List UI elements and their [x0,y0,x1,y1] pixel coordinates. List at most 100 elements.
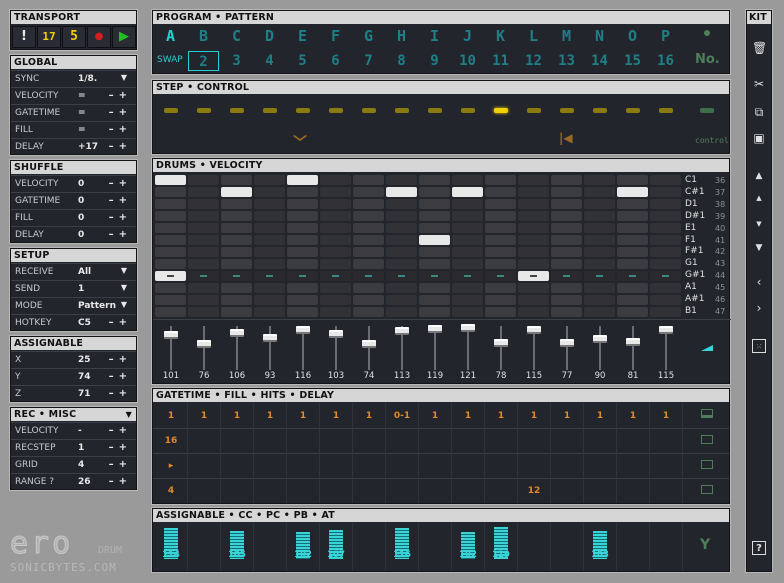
move-down-icon[interactable]: ▼ [752,241,766,255]
step-led[interactable] [659,108,673,113]
minus-plus-buttons[interactable]: –+ [109,107,132,118]
program-button[interactable]: H [386,27,417,45]
program-button[interactable]: B [188,27,219,45]
pattern-button[interactable]: 4 [254,51,285,71]
step-led[interactable] [593,108,607,113]
velocity-fader-knob[interactable] [362,340,376,349]
dropdown-arrow-icon[interactable]: ▼ [126,408,132,421]
minus-plus-buttons[interactable]: –+ [109,476,132,487]
velocity-fader-track[interactable] [632,326,634,370]
chevron-down-icon[interactable] [292,131,308,141]
dropdown-arrow-icon[interactable]: ▼ [121,300,132,309]
trash-icon[interactable]: 🗑 [752,41,767,55]
sync-row[interactable]: SYNC 1/8. ▼ [11,70,136,87]
step-led[interactable] [197,108,211,113]
program-button[interactable]: L [518,27,549,45]
gate-row-cell[interactable]: 1 [584,411,616,421]
tempo-button[interactable]: 17 [37,26,61,48]
minus-plus-buttons[interactable]: –+ [109,124,132,135]
minus-plus-buttons[interactable]: –+ [109,459,132,470]
velocity-fader-knob[interactable] [659,326,673,335]
step-led[interactable] [263,108,277,113]
pattern-button[interactable]: 10 [452,51,483,71]
skip-back-icon[interactable]: |◀ [559,131,573,145]
gate-row-cell[interactable]: 1 [518,411,550,421]
program-button[interactable]: M [551,27,582,45]
minus-plus-buttons[interactable]: –+ [109,178,132,189]
step-led[interactable] [230,108,244,113]
panic-button[interactable]: ! [12,26,36,48]
velocity-fader-knob[interactable] [626,337,640,346]
step-led[interactable] [395,108,409,113]
pattern-button[interactable]: 14 [584,51,615,71]
step-led[interactable] [164,108,178,113]
program-button[interactable]: P [650,27,681,45]
minus-plus-buttons[interactable]: –+ [109,229,132,240]
record-button[interactable]: ● [87,26,111,48]
velocity-fader-track[interactable] [269,326,271,370]
chevron-left-icon[interactable]: ‹ [752,275,766,289]
gate-row-cell[interactable]: 1 [551,411,583,421]
rec-misc-title[interactable]: REC • MISC ▼ [11,408,136,421]
help-button[interactable]: ? [752,541,766,555]
gate-row-cell[interactable]: 1 [254,411,286,421]
velocity-fader-track[interactable] [599,326,601,370]
pattern-button[interactable]: 2 [188,51,219,71]
move-up-icon[interactable]: ▲ [752,169,766,183]
chevron-right-icon[interactable]: › [752,301,766,315]
program-button[interactable]: C [221,27,252,45]
step-up-icon[interactable]: ▲ [752,191,766,205]
dropdown-arrow-icon[interactable]: ▼ [121,73,132,82]
velocity-fader-track[interactable] [467,326,469,370]
velocity-fader-knob[interactable] [329,330,343,339]
pattern-button[interactable]: 15 [617,51,648,71]
step-led[interactable] [461,108,475,113]
dropdown-arrow-icon[interactable]: ▼ [121,283,132,292]
velocity-fader-knob[interactable] [494,338,508,347]
gate-row-cell[interactable]: 1 [452,411,484,421]
pattern-button[interactable]: 12 [518,51,549,71]
pattern-button[interactable]: 16 [650,51,681,71]
gate-row-cell[interactable]: 1 [155,411,187,421]
program-button[interactable]: O [617,27,648,45]
pattern-button[interactable]: 11 [485,51,516,71]
velocity-fader-track[interactable] [203,326,205,370]
step-led[interactable] [428,108,442,113]
pattern-button[interactable]: 7 [353,51,384,71]
minus-plus-buttons[interactable]: –+ [109,90,132,101]
program-button[interactable]: J [452,27,483,45]
number-button[interactable]: No. [695,52,720,67]
hits-icon[interactable] [701,460,713,469]
minus-plus-buttons[interactable]: –+ [109,371,132,382]
hits-row-cell[interactable]: ▸ [155,461,187,471]
gate-row-cell[interactable]: 1 [287,411,319,421]
step-led[interactable] [626,108,640,113]
paste-icon[interactable]: ▣ [752,131,766,145]
pattern-button[interactable]: 3 [221,51,252,71]
program-button[interactable]: A [155,27,186,45]
minus-plus-buttons[interactable]: –+ [109,425,132,436]
randomize-icon[interactable]: ⁙ [752,339,766,353]
play-button[interactable]: ▶ [112,26,136,48]
dropdown-arrow-icon[interactable]: ▼ [121,266,132,275]
velocity-fader-knob[interactable] [461,324,475,333]
velocity-fader-knob[interactable] [395,326,409,335]
minus-plus-buttons[interactable]: –+ [109,354,132,365]
gate-row-cell[interactable]: 1 [650,411,682,421]
gate-row-cell[interactable]: 0-1 [386,411,418,421]
pattern-button[interactable]: 8 [386,51,417,71]
velocity-fader-knob[interactable] [296,325,310,334]
program-button[interactable]: K [485,27,516,45]
step-down-icon[interactable]: ▼ [752,217,766,231]
gate-row-cell[interactable]: 1 [485,411,517,421]
program-button[interactable]: I [419,27,450,45]
program-button[interactable]: E [287,27,318,45]
minus-plus-buttons[interactable]: –+ [109,388,132,399]
gate-row-cell[interactable]: 1 [419,411,451,421]
delay-icon[interactable] [701,485,713,494]
minus-plus-buttons[interactable]: –+ [109,195,132,206]
velocity-fader-knob[interactable] [164,331,178,339]
receive-row[interactable]: RECEIVE All ▼ [11,263,136,280]
minus-plus-buttons[interactable]: –+ [109,317,132,328]
gate-row-cell[interactable]: 1 [617,411,649,421]
